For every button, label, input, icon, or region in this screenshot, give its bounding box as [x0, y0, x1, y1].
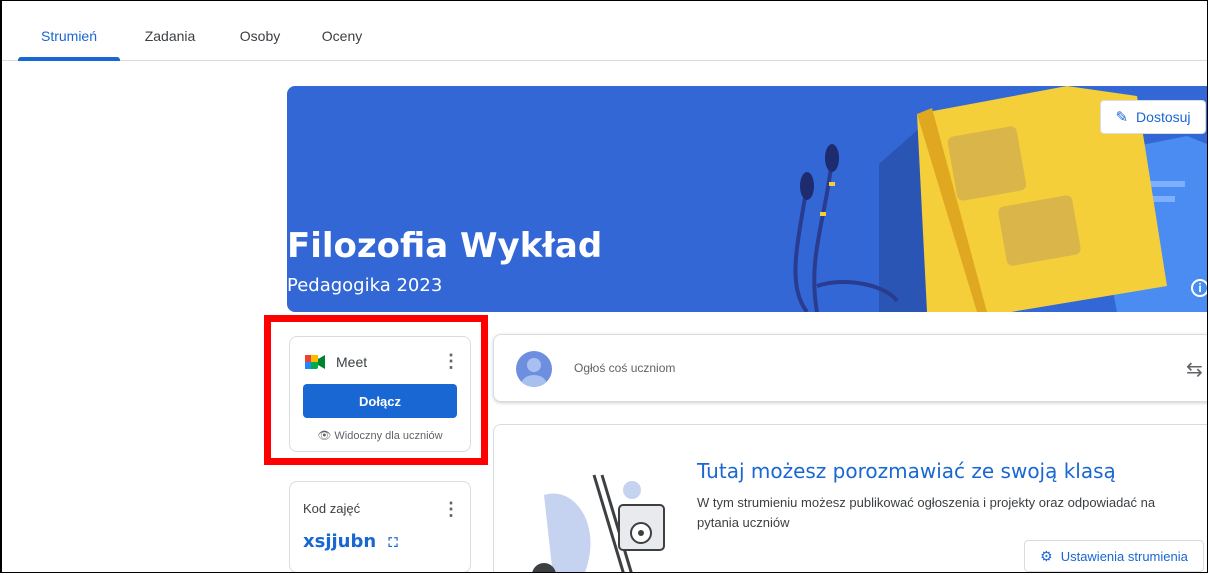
class-subtitle: Pedagogika 2023 [287, 275, 443, 296]
customize-button[interactable]: ✎ Dostosuj [1100, 100, 1206, 134]
tab-people[interactable]: Osoby [220, 11, 300, 60]
announce-box[interactable]: Ogłoś coś uczniom ⇆ [493, 334, 1207, 402]
classroom-window: Strumień Zadania Osoby Oceny Filozofia W… [0, 0, 1208, 573]
welcome-illustration [532, 474, 665, 572]
stream-settings-button[interactable]: ⚙ Ustawienia strumienia [1024, 540, 1204, 572]
tab-stream[interactable]: Strumień [18, 11, 120, 61]
gear-icon: ⚙ [1040, 547, 1053, 564]
repost-icon[interactable]: ⇆ [1186, 357, 1203, 382]
tab-assignments[interactable]: Zadania [128, 11, 212, 60]
meet-icon [304, 353, 326, 371]
join-button[interactable]: Dołącz [303, 384, 457, 418]
meet-header: Meet [304, 353, 367, 371]
meet-more-icon[interactable]: ⋮ [442, 352, 460, 370]
stream-settings-label: Ustawienia strumienia [1060, 548, 1188, 564]
pencil-icon: ✎ [1115, 109, 1129, 126]
class-title: Filozofia Wykład [287, 226, 603, 266]
announce-placeholder: Ogłoś coś uczniom [574, 361, 676, 375]
customize-label: Dostosuj [1136, 109, 1191, 125]
class-banner: Filozofia Wykład Pedagogika 2023 ✎ Dosto… [287, 86, 1207, 312]
welcome-title: Tutaj możesz porozmawiać ze swoją klasą [697, 459, 1116, 483]
top-strip [2, 1, 1207, 11]
meet-label: Meet [336, 354, 368, 370]
eye-icon: 👁 [317, 430, 332, 442]
class-code-more-icon[interactable]: ⋮ [442, 500, 460, 518]
welcome-description: W tym strumieniu możesz publikować ogłos… [697, 495, 1156, 530]
tab-bar: Strumień Zadania Osoby Oceny [2, 11, 1207, 61]
tab-grades[interactable]: Oceny [302, 11, 382, 60]
welcome-card: Tutaj możesz porozmawiać ze swoją klasą … [493, 424, 1207, 572]
visibility-label: Widoczny dla uczniów [334, 430, 443, 442]
class-code-title: Kod zajęć [303, 501, 361, 516]
fullscreen-icon[interactable]: ⛶ [388, 536, 397, 551]
visibility-line: 👁 Widoczny dla uczniów [290, 429, 470, 442]
class-code-card: Kod zajęć ⋮ xsjjubn ⛶ [289, 481, 471, 572]
info-icon[interactable]: i [1191, 279, 1207, 297]
avatar [516, 351, 552, 387]
class-code-value: xsjjubn ⛶ [303, 531, 398, 552]
meet-card: Meet ⋮ Dołącz 👁 Widoczny dla uczniów [289, 336, 471, 452]
class-code-text: xsjjubn [303, 531, 377, 552]
